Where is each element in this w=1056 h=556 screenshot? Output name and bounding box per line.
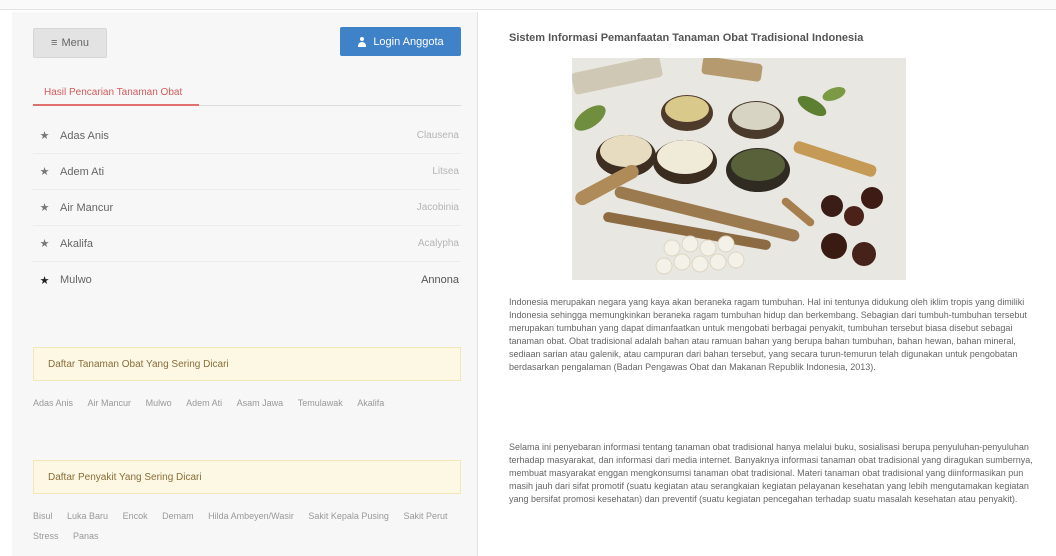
star-icon: ★ [39, 130, 50, 142]
plant-name: Akalifa [60, 237, 94, 250]
star-icon: ★ [39, 274, 50, 287]
plant-name: Air Mancur [60, 201, 114, 214]
disease-tag[interactable]: Bisul [33, 506, 53, 526]
article-paragraph: Indonesia merupakan negara yang kaya aka… [509, 297, 1027, 372]
result-row[interactable]: ★ Adem Ati Litsea [33, 154, 461, 190]
menu-button[interactable]: ≡ Menu [33, 28, 107, 58]
result-tabs: Hasil Pencarian Tanaman Obat [33, 82, 461, 106]
star-icon: ★ [39, 202, 50, 214]
result-row[interactable]: ★ Adas Anis Clausena [33, 118, 461, 154]
disease-tag[interactable]: Stress [33, 526, 59, 546]
plant-latin-name: Litsea [432, 166, 459, 177]
top-border [0, 0, 1056, 10]
article-title: Sistem Informasi Pemanfaatan Tanaman Oba… [509, 32, 864, 44]
disease-tag[interactable]: Panas [73, 526, 99, 546]
popular-diseases-heading: Daftar Penyakit Yang Sering Dicari [33, 460, 461, 494]
star-icon: ★ [39, 166, 50, 178]
login-button[interactable]: Login Anggota [340, 27, 461, 56]
plant-tag[interactable]: Asam Jawa [237, 393, 284, 413]
article-paragraph: Selama ini penyebaran informasi tentang … [509, 442, 1033, 504]
disease-tag[interactable]: Luka Baru [67, 506, 108, 526]
disease-tag[interactable]: Demam [162, 506, 194, 526]
disease-tag[interactable]: Sakit Kepala Pusing [308, 506, 389, 526]
login-button-label: Login Anggota [373, 35, 444, 48]
plant-tag[interactable]: Adas Anis [33, 393, 73, 413]
plant-latin-name: Annona [421, 274, 459, 286]
article-panel: Sistem Informasi Pemanfaatan Tanaman Oba… [495, 12, 1056, 556]
plant-name: Adem Ati [60, 165, 105, 178]
plant-name: Mulwo [60, 274, 92, 286]
search-result-list: ★ Adas Anis Clausena ★ Adem Ati Litsea ★… [33, 118, 461, 298]
user-icon [357, 36, 367, 47]
plant-name: Adas Anis [60, 129, 109, 142]
plant-latin-name: Jacobinia [416, 202, 459, 213]
result-row[interactable]: ★ Mulwo Annona [33, 262, 461, 298]
plant-latin-name: Acalypha [417, 238, 459, 249]
popular-plants-tags: Adas Anis Air Mancur Mulwo Adem Ati Asam… [33, 393, 461, 413]
result-row[interactable]: ★ Air Mancur Jacobinia [33, 190, 461, 226]
tab-search-results[interactable]: Hasil Pencarian Tanaman Obat [33, 82, 199, 106]
menu-button-label: Menu [61, 37, 89, 49]
herbal-ingredients-image [572, 58, 906, 280]
disease-tag[interactable]: Encok [123, 506, 148, 526]
plant-tag[interactable]: Temulawak [298, 393, 343, 413]
plant-tag[interactable]: Air Mancur [88, 393, 132, 413]
sidebar-panel: ≡ Menu Login Anggota Hasil Pencarian Tan… [12, 12, 478, 556]
disease-tag[interactable]: Sakit Perut [403, 506, 447, 526]
plant-tag[interactable]: Mulwo [146, 393, 172, 413]
result-row[interactable]: ★ Akalifa Acalypha [33, 226, 461, 262]
disease-tag[interactable]: Hilda Ambeyen/Wasir [208, 506, 294, 526]
popular-diseases-tags: Bisul Luka Baru Encok Demam Hilda Ambeye… [33, 506, 461, 546]
plant-tag[interactable]: Akalifa [357, 393, 384, 413]
star-icon: ★ [39, 238, 50, 250]
hamburger-icon: ≡ [51, 37, 58, 49]
plant-tag[interactable]: Adem Ati [186, 393, 222, 413]
plant-latin-name: Clausena [416, 130, 459, 141]
popular-plants-heading: Daftar Tanaman Obat Yang Sering Dicari [33, 347, 461, 381]
